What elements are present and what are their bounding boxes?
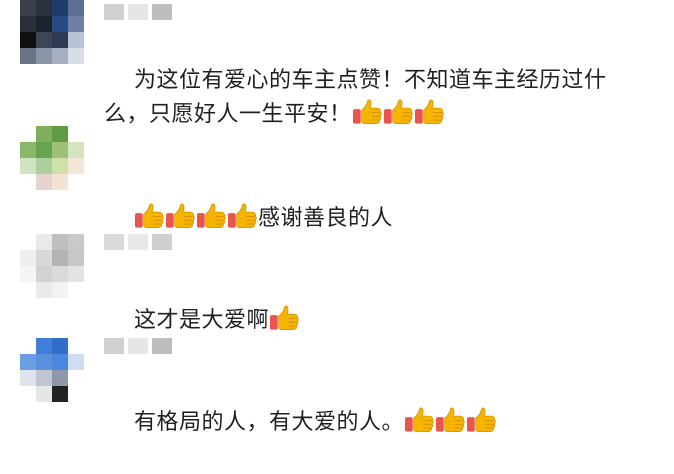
- name-blur-block: [104, 338, 124, 354]
- avatar-pixel: [36, 126, 52, 142]
- avatar-pixel: [20, 338, 36, 354]
- avatar-pixel: [36, 266, 52, 282]
- avatar-pixel: [68, 0, 84, 16]
- avatar-pixel: [68, 370, 84, 386]
- avatar-pixel: [36, 234, 52, 250]
- avatar-pixel: [68, 354, 84, 370]
- avatar-pixel: [20, 386, 36, 402]
- avatar-pixel: [52, 338, 68, 354]
- name-blur-block: [152, 338, 172, 354]
- avatar[interactable]: [20, 0, 84, 64]
- avatar-pixel: [68, 266, 84, 282]
- name-blur-block: [152, 234, 172, 250]
- name-blur-block: [128, 338, 148, 354]
- avatar-pixel: [20, 266, 36, 282]
- avatar-pixel: [36, 250, 52, 266]
- avatar-pixel: [36, 16, 52, 32]
- avatar-pixel: [20, 16, 36, 32]
- name-blur-block: [128, 234, 148, 250]
- thumbs-up-icon: [466, 406, 497, 434]
- comment-item: 这才是大爱啊: [0, 228, 674, 333]
- avatar-pixel: [68, 386, 84, 402]
- avatar-pixel: [20, 32, 36, 48]
- thumbs-up-icon: [165, 202, 196, 230]
- avatar-pixel: [68, 174, 84, 190]
- avatar-pixel: [20, 142, 36, 158]
- avatar-pixel: [20, 234, 36, 250]
- avatar-pixel: [20, 282, 36, 298]
- avatar-pixel: [20, 48, 36, 64]
- avatar-pixel: [68, 16, 84, 32]
- thumbs-up-icon: [134, 202, 165, 230]
- avatar-pixel: [68, 158, 84, 174]
- thumbs-up-icon: [269, 304, 300, 332]
- comment-item: 感谢善良的人: [0, 120, 674, 231]
- avatar-pixel: [20, 0, 36, 16]
- commenter-name[interactable]: [104, 338, 194, 354]
- avatar-pixel: [36, 386, 52, 402]
- avatar-pixel: [68, 234, 84, 250]
- avatar-pixel: [52, 0, 68, 16]
- name-blur-block: [128, 4, 148, 20]
- name-blur-block: [104, 234, 124, 250]
- avatar-pixel: [52, 48, 68, 64]
- thumbs-up-icon: [404, 406, 435, 434]
- thumbs-after: [269, 305, 300, 333]
- comment-text-before: 这才是大爱啊: [133, 308, 269, 333]
- thumbs-up-icon: [435, 406, 466, 434]
- name-blur-block: [152, 4, 172, 20]
- avatar-pixel: [36, 354, 52, 370]
- avatar-pixel: [36, 370, 52, 386]
- avatar-pixel: [20, 158, 36, 174]
- avatar[interactable]: [20, 126, 84, 190]
- avatar-pixel: [36, 32, 52, 48]
- avatar-pixel: [68, 48, 84, 64]
- thumbs-up-icon: [196, 202, 227, 230]
- avatar[interactable]: [20, 234, 84, 298]
- avatar-pixel: [36, 142, 52, 158]
- commenter-name[interactable]: [104, 234, 172, 250]
- avatar-pixel: [52, 32, 68, 48]
- avatar-pixel: [52, 354, 68, 370]
- avatar-pixel: [52, 174, 68, 190]
- avatar-pixel: [52, 234, 68, 250]
- avatar-pixel: [52, 250, 68, 266]
- avatar-pixel: [20, 354, 36, 370]
- avatar-pixel: [20, 250, 36, 266]
- avatar-pixel: [52, 142, 68, 158]
- thumbs-up-icon: [227, 202, 258, 230]
- commenter-name[interactable]: [104, 4, 184, 20]
- avatar-pixel: [36, 158, 52, 174]
- avatar-pixel: [68, 250, 84, 266]
- avatar-pixel: [36, 0, 52, 16]
- avatar-pixel: [68, 32, 84, 48]
- avatar-pixel: [52, 370, 68, 386]
- avatar-pixel: [68, 282, 84, 298]
- avatar-pixel: [36, 174, 52, 190]
- avatar-pixel: [36, 282, 52, 298]
- avatar-pixel: [36, 48, 52, 64]
- avatar-pixel: [52, 386, 68, 402]
- name-blur-block: [104, 4, 124, 20]
- avatar[interactable]: [20, 338, 84, 402]
- avatar-pixel: [68, 126, 84, 142]
- comment-text: 有格局的人，有大爱的人。: [104, 372, 644, 474]
- avatar-pixel: [36, 338, 52, 354]
- avatar-pixel: [68, 142, 84, 158]
- avatar-pixel: [20, 174, 36, 190]
- avatar-pixel: [52, 158, 68, 174]
- avatar-pixel: [20, 126, 36, 142]
- comment-item: 为这位有爱心的车主点赞！不知道车主经历过什么，只愿好人一生平安！: [0, 0, 674, 127]
- avatar-pixel: [52, 266, 68, 282]
- avatar-pixel: [52, 282, 68, 298]
- avatar-pixel: [68, 338, 84, 354]
- avatar-pixel: [52, 126, 68, 142]
- avatar-pixel: [20, 370, 36, 386]
- avatar-pixel: [52, 16, 68, 32]
- comment-item: 有格局的人，有大爱的人。: [0, 332, 674, 435]
